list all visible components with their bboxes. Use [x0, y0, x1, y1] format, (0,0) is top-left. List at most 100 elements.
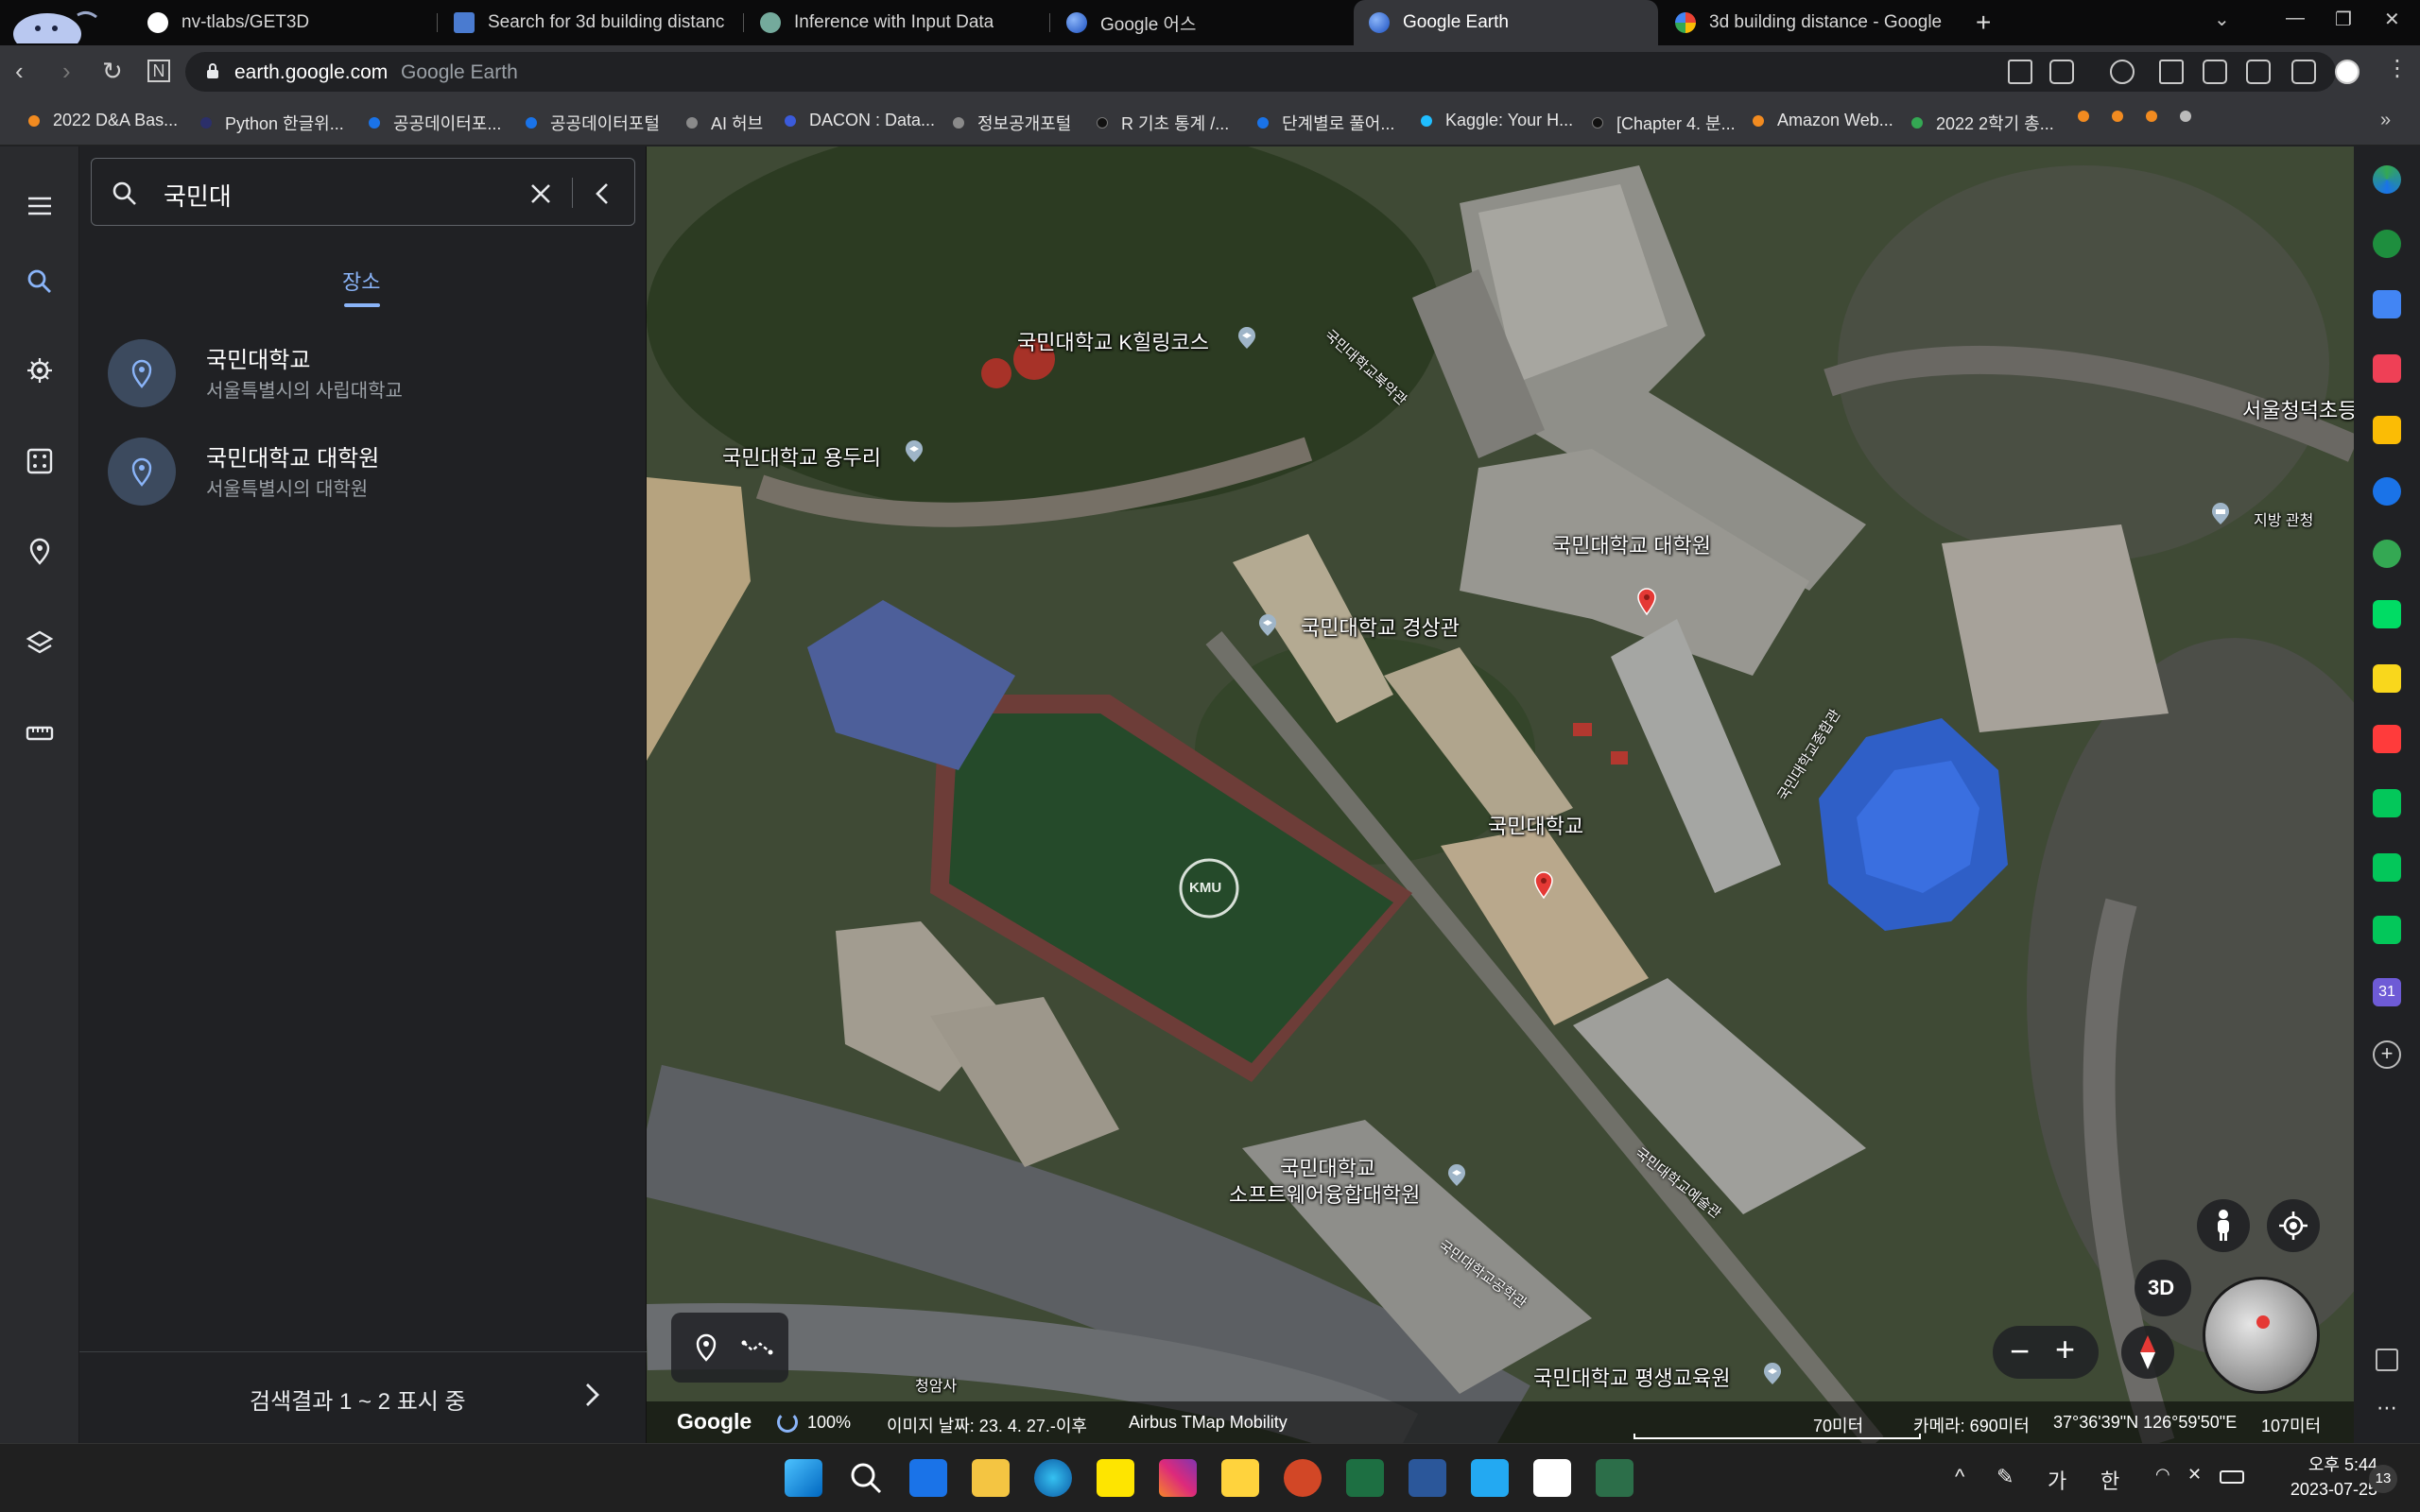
- windows-start-icon[interactable]: [785, 1459, 822, 1497]
- map-label[interactable]: 지방 관청: [2254, 507, 2313, 530]
- microsoft-store-icon[interactable]: [909, 1459, 947, 1497]
- restore-button[interactable]: ❐: [2335, 8, 2352, 31]
- notification-bell-icon[interactable]: [2373, 230, 2401, 258]
- powerpoint-icon[interactable]: [1284, 1459, 1322, 1497]
- zoom-out-button[interactable]: −: [2010, 1332, 2030, 1371]
- taskbar-search-icon[interactable]: [847, 1459, 885, 1497]
- notion-extension-icon[interactable]: N: [147, 60, 170, 82]
- add-placemark-icon[interactable]: [694, 1333, 718, 1362]
- bookmarks-overflow-icon[interactable]: »: [2380, 110, 2391, 131]
- zoom-in-button[interactable]: +: [2055, 1330, 2075, 1369]
- add-side-app-icon[interactable]: +: [2373, 1040, 2401, 1069]
- copilot-icon[interactable]: [2373, 165, 2401, 194]
- instagram-icon[interactable]: [1159, 1459, 1197, 1497]
- tab-google-earth[interactable]: Google Earth: [1354, 0, 1658, 45]
- projects-pin-icon[interactable]: [26, 538, 54, 566]
- search-input[interactable]: 국민대: [91, 158, 635, 226]
- split-screen-icon[interactable]: [2291, 60, 2316, 84]
- bookmark-item[interactable]: [2112, 111, 2136, 122]
- voyager-icon[interactable]: [26, 356, 54, 385]
- collapse-panel-icon[interactable]: [591, 181, 615, 206]
- media-play-icon[interactable]: [2373, 540, 2401, 568]
- bookmark-item[interactable]: 2022 D&A Bas...: [28, 111, 178, 130]
- close-window-button[interactable]: ✕: [2384, 8, 2400, 31]
- side-panel-settings-icon[interactable]: ⋯: [2373, 1396, 2401, 1424]
- tray-input-mode[interactable]: 가: [2048, 1465, 2066, 1495]
- translate-icon[interactable]: [2373, 477, 2401, 506]
- webtoon-icon[interactable]: [2373, 600, 2401, 628]
- menu-icon[interactable]: [26, 192, 54, 220]
- university-poi-icon[interactable]: [902, 439, 926, 464]
- compass-icon[interactable]: [2121, 1326, 2174, 1379]
- open-external-icon[interactable]: [2376, 1349, 2398, 1371]
- briefcase-icon[interactable]: [2373, 290, 2401, 318]
- next-page-chevron-icon[interactable]: [578, 1381, 606, 1409]
- now-icon[interactable]: [2373, 725, 2401, 753]
- bookmark-item[interactable]: [2180, 111, 2204, 122]
- bookmark-item[interactable]: 공공데이터포...: [369, 111, 501, 135]
- new-tab-button[interactable]: +: [1976, 8, 1991, 38]
- map-label[interactable]: 국민대학교 평생교육원: [1533, 1362, 1731, 1392]
- draw-path-icon[interactable]: [741, 1335, 773, 1360]
- map-style-layers-icon[interactable]: [26, 628, 54, 657]
- bookmark-item[interactable]: [2078, 111, 2102, 122]
- bookmark-item[interactable]: [Chapter 4. 분...: [1592, 111, 1736, 135]
- forward-button[interactable]: ›: [62, 57, 71, 86]
- search-result-item[interactable]: 국민대학교 대학원 서울특별시의 대학원: [108, 434, 637, 509]
- app-grid-icon[interactable]: [1596, 1459, 1634, 1497]
- reload-button[interactable]: ↻: [102, 57, 123, 86]
- university-poi-icon[interactable]: [1255, 613, 1280, 638]
- bookmark-item[interactable]: 단계별로 풀어...: [1257, 111, 1394, 135]
- kakaotalk-icon[interactable]: [1097, 1459, 1134, 1497]
- image-date[interactable]: 이미지 날짜: 23. 4. 27.-이후: [887, 1413, 1087, 1437]
- calendar-icon[interactable]: 31: [2373, 978, 2401, 1006]
- notion-icon[interactable]: [1533, 1459, 1571, 1497]
- screenshot-icon[interactable]: [2246, 60, 2271, 84]
- bookmark-item[interactable]: Kaggle: Your H...: [1421, 111, 1573, 130]
- downloads-icon[interactable]: [2159, 60, 2184, 84]
- search-icon[interactable]: [26, 267, 54, 296]
- red-location-pin-icon[interactable]: [1636, 587, 1657, 615]
- globe-minimap-icon[interactable]: [2203, 1277, 2320, 1394]
- tab-google-search[interactable]: 3d building distance - Google: [1660, 0, 1961, 45]
- street-view-pegman-icon[interactable]: [2197, 1199, 2250, 1252]
- tab-search-chevron-icon[interactable]: ⌄: [2214, 8, 2230, 31]
- browser-menu-icon[interactable]: ⋮: [2386, 55, 2409, 82]
- map-label[interactable]: 서울청덕초등: [2242, 394, 2354, 424]
- install-app-icon[interactable]: [2049, 60, 2074, 84]
- naver-icon[interactable]: [2373, 853, 2401, 882]
- map-label[interactable]: 국민대학교 경상관: [1301, 611, 1460, 642]
- bookmark-item[interactable]: AI 허브: [686, 111, 763, 135]
- tab-inference[interactable]: Inference with Input Data: [745, 0, 1046, 45]
- bookmark-item[interactable]: DACON : Data...: [785, 111, 935, 130]
- university-poi-icon[interactable]: [1444, 1163, 1469, 1188]
- favorites-icon[interactable]: [2110, 60, 2135, 84]
- tab-search-3d[interactable]: Search for 3d building distance: [439, 0, 739, 45]
- map-label[interactable]: 국민대학교 K힐링코스: [1017, 326, 1209, 356]
- tab-places[interactable]: 장소: [342, 266, 380, 296]
- search-result-item[interactable]: 국민대학교 서울특별시의 사립대학교: [108, 335, 637, 411]
- back-button[interactable]: ‹: [15, 57, 24, 86]
- tab-google-earth-ko[interactable]: Google 어스: [1051, 0, 1352, 45]
- bookmark-item[interactable]: 공공데이터포털: [526, 111, 660, 135]
- bookmark-item[interactable]: 2022 2학기 총...: [1911, 111, 2054, 135]
- pay-icon[interactable]: [2373, 916, 2401, 944]
- edge-browser-icon[interactable]: [1034, 1459, 1072, 1497]
- minimize-button[interactable]: —: [2286, 8, 2305, 29]
- clear-search-icon[interactable]: [528, 181, 553, 206]
- measure-ruler-icon[interactable]: [26, 719, 54, 747]
- university-poi-icon[interactable]: [1760, 1362, 1785, 1386]
- tab-github[interactable]: nv-tlabs/GET3D: [132, 0, 433, 45]
- volume-muted-icon[interactable]: ✕: [2187, 1465, 2202, 1485]
- sticky-notes-icon[interactable]: [1221, 1459, 1259, 1497]
- battery-icon[interactable]: [2220, 1470, 2244, 1484]
- share-icon[interactable]: [2008, 60, 2032, 84]
- notes-icon[interactable]: [2373, 664, 2401, 693]
- my-location-icon[interactable]: [2267, 1199, 2320, 1252]
- map-label[interactable]: 국민대학교 용두리: [722, 441, 881, 472]
- feeling-lucky-dice-icon[interactable]: [26, 447, 54, 475]
- file-explorer-icon[interactable]: [972, 1459, 1010, 1497]
- bookmark-item[interactable]: Python 한글위...: [200, 111, 344, 135]
- star-icon[interactable]: [2373, 416, 2401, 444]
- system-clock[interactable]: 오후 5:44 2023-07-25: [2264, 1452, 2377, 1502]
